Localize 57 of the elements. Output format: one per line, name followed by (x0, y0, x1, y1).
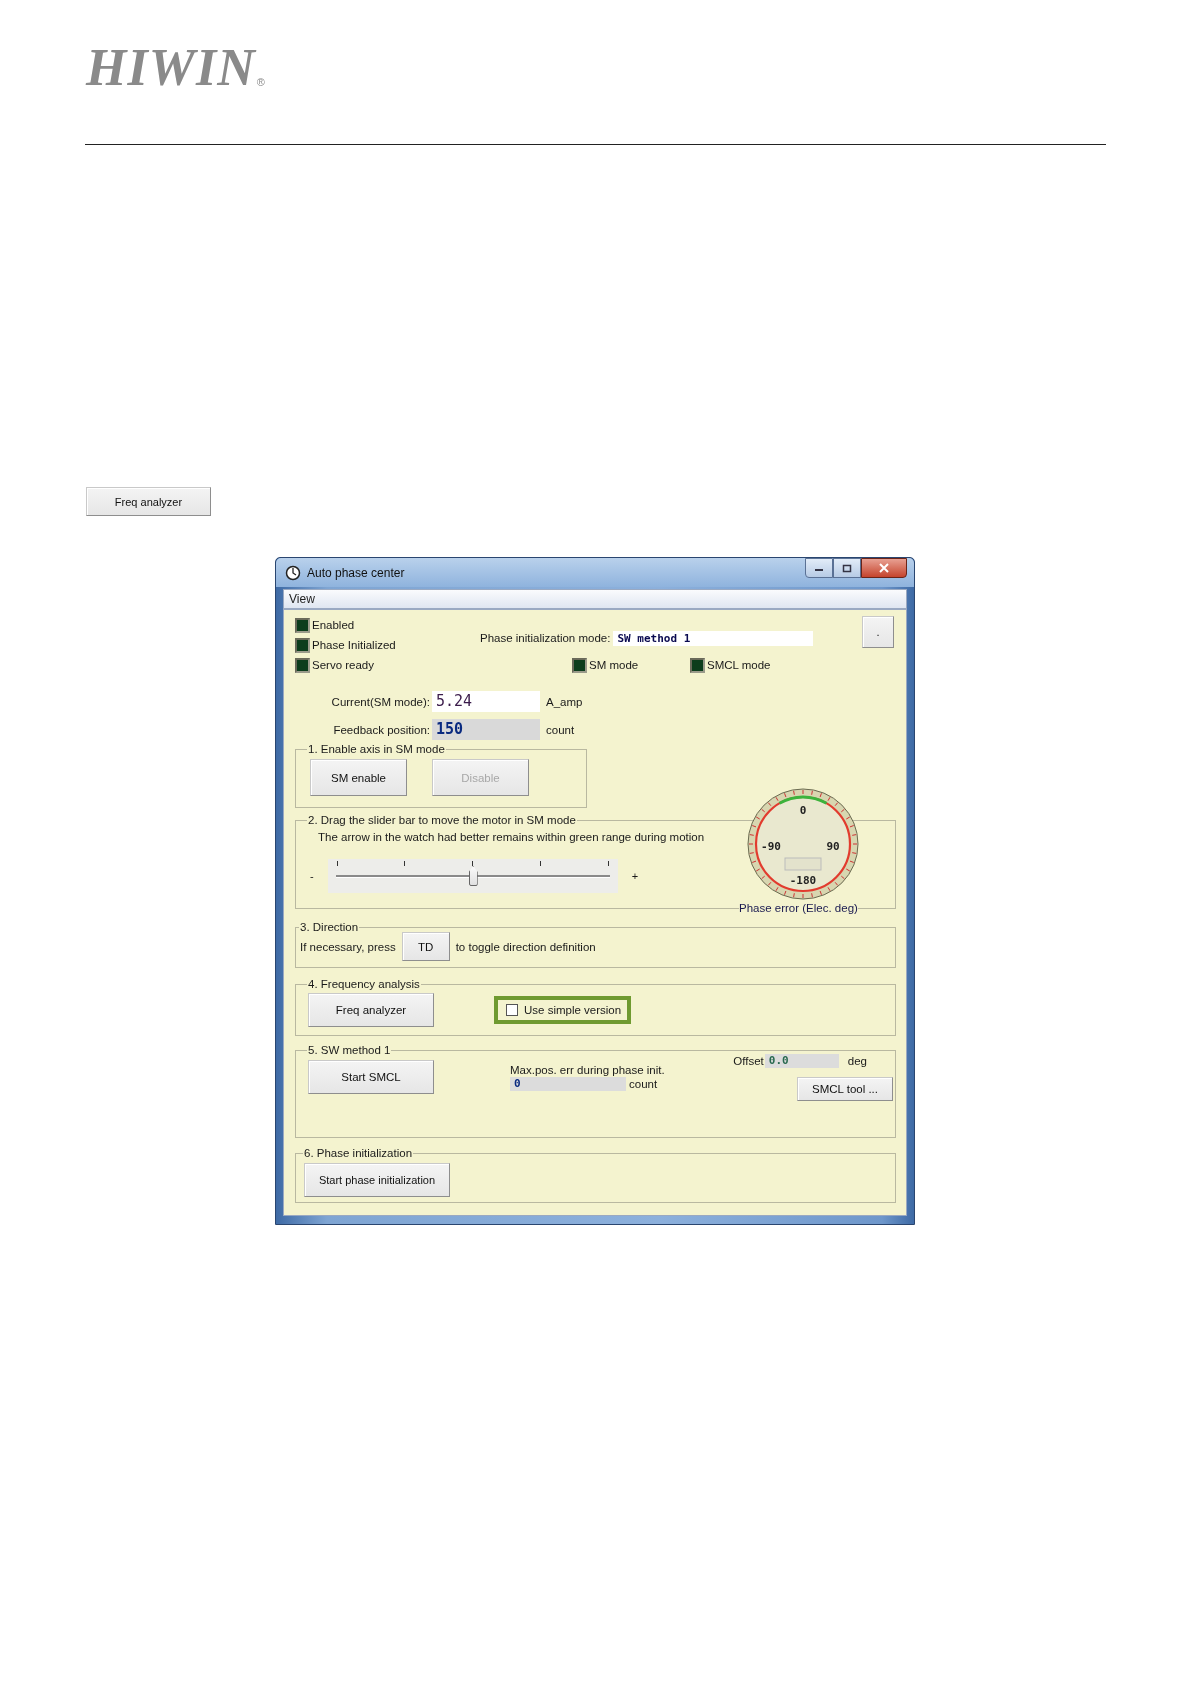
indicator-label: SM mode (589, 659, 639, 671)
field-label: Phase initialization mode: (480, 632, 611, 644)
field-label: Feedback position: (332, 723, 430, 736)
indicator-label: Phase Initialized (312, 639, 396, 651)
checkbox-label[interactable]: Use simple version (524, 1004, 622, 1016)
position-field: 150 (432, 719, 540, 740)
field-label: Offset (733, 1055, 764, 1067)
freq-analyzer-button[interactable]: Freq analyzer (86, 487, 211, 516)
menu-item[interactable]: View (284, 592, 320, 606)
plus-label: + (631, 870, 639, 882)
start-phase-button[interactable]: Start phase initialization (304, 1163, 450, 1197)
gauge-label: 0 (799, 804, 807, 817)
td-button[interactable]: TD (401, 932, 450, 961)
registered-mark: ® (256, 76, 265, 88)
slider-thumb[interactable] (468, 866, 478, 886)
instruction-text: If necessary, press (300, 940, 396, 953)
unit-label: count (546, 723, 575, 736)
window-title: Auto phase center (307, 565, 405, 580)
gauge-label: -90 (761, 840, 781, 853)
group-title: 6. Phase initialization (303, 1147, 414, 1159)
start-smcl-button[interactable]: Start SMCL (308, 1060, 434, 1094)
indicator-label: Servo ready (312, 659, 374, 671)
offset-field: 0.0 (764, 1054, 839, 1068)
gauge-caption: Phase error (Elec. deg) (739, 902, 858, 914)
unit-label: A_amp (546, 695, 583, 708)
gauge-label: -180 (789, 874, 817, 887)
maximize-icon (842, 563, 852, 573)
group-title: 4. Frequency analysis (307, 978, 421, 990)
indicator-label: SMCL mode (707, 659, 771, 671)
indicator-label: Enabled (312, 619, 355, 631)
field-label: Current(SM mode): (330, 695, 430, 708)
options-button[interactable]: . (862, 616, 894, 648)
freq-analyzer-button[interactable]: Freq analyzer (308, 993, 434, 1027)
gauge-label: 90 (826, 840, 840, 853)
mode-field: SW method 1 (613, 630, 814, 646)
unit-label: deg (847, 1055, 867, 1067)
instruction-text: to toggle direction definition (455, 940, 596, 953)
field-label: Max.pos. err during phase init. (510, 1064, 665, 1076)
group-title: 5. SW method 1 (307, 1044, 392, 1056)
minus-label: - (310, 870, 314, 882)
close-icon (878, 563, 890, 573)
checkbox[interactable] (506, 1004, 518, 1016)
unit-label: count (629, 1078, 658, 1090)
group-title: 1. Enable axis in SM mode (307, 743, 446, 755)
minimize-button[interactable] (805, 558, 833, 578)
smcl-tool-button[interactable]: SMCL tool ... (797, 1077, 893, 1101)
current-field[interactable]: 5.24 (432, 691, 540, 712)
slider[interactable] (327, 859, 618, 893)
hint-text: The arrow in the watch had better remains within green range during motion (317, 831, 706, 843)
group-title: 2. Drag the slider bar to move the motor in SM mode (307, 814, 577, 826)
logo: HIWIN (86, 44, 256, 92)
group-title: 3. Direction (299, 921, 360, 933)
action-button[interactable]: SM enable (310, 759, 407, 796)
maximize-button[interactable] (833, 558, 861, 578)
clock-icon (285, 564, 301, 581)
close-button[interactable] (861, 558, 907, 578)
error-field: 0 (510, 1077, 626, 1091)
